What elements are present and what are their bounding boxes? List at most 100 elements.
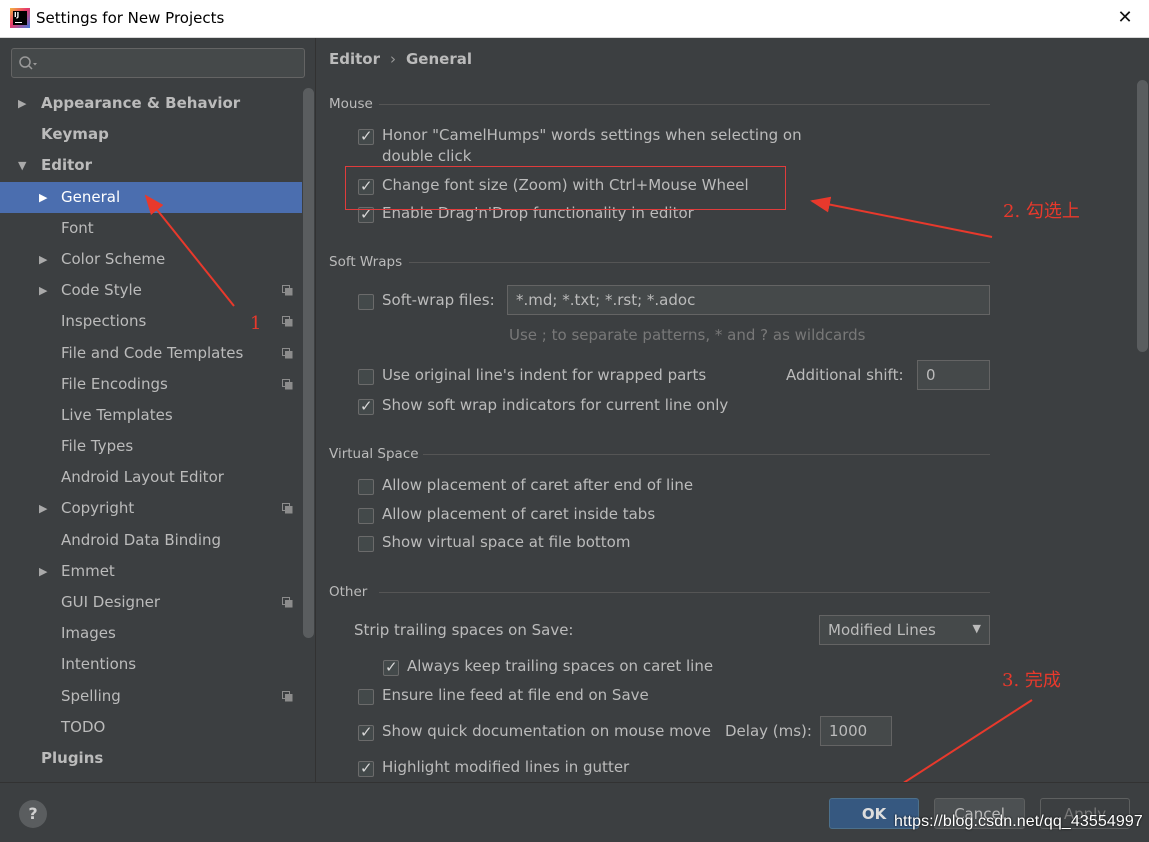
sidebar-item-label: General — [61, 187, 121, 206]
expand-arrow-right-icon[interactable]: ▶ — [39, 493, 47, 524]
section-divider — [379, 592, 990, 593]
sidebar-item-label: Intentions — [61, 655, 137, 674]
breadcrumb-separator: › — [390, 50, 396, 68]
expand-arrow-right-icon[interactable]: ▶ — [39, 275, 47, 306]
sidebar-item-code-style[interactable]: ▶ Code Style — [0, 275, 302, 306]
sidebar-item-label: Editor — [41, 156, 92, 175]
checkbox-unchecked[interactable] — [358, 536, 374, 552]
sidebar-item-label: TODO — [61, 717, 106, 736]
project-scope-icon — [282, 690, 293, 702]
project-scope-icon — [282, 316, 293, 327]
sidebar-item-keymap[interactable]: Keymap — [0, 119, 302, 150]
checkbox-unchecked[interactable] — [358, 689, 374, 705]
checkbox-checked[interactable] — [358, 759, 374, 777]
original-indent-label: Use original line's indent for wrapped p… — [382, 366, 707, 384]
sidebar-item-file-encodings[interactable]: File Encodings — [0, 369, 302, 400]
title-bar: IJ Settings for New Projects ✕ — [0, 0, 1149, 38]
checkbox-checked[interactable] — [358, 397, 374, 415]
checkbox-unchecked[interactable] — [358, 508, 374, 524]
expand-arrow-right-icon[interactable]: ▶ — [39, 182, 47, 213]
section-divider — [409, 262, 990, 263]
sidebar-item-label: Appearance & Behavior — [41, 94, 241, 112]
sidebar-item-label: Images — [61, 624, 116, 643]
close-icon[interactable]: ✕ — [1115, 8, 1135, 28]
sidebar-item-live-templates[interactable]: Live Templates — [0, 400, 302, 431]
checkbox-unchecked[interactable] — [358, 369, 374, 385]
project-scope-icon — [282, 597, 293, 608]
expand-arrow-right-icon[interactable]: ▶ — [39, 556, 47, 587]
project-scope-icon — [282, 347, 293, 358]
checkbox-checked[interactable] — [383, 658, 399, 676]
show-wrap-indicators-label: Show soft wrap indicators for current li… — [382, 396, 729, 414]
annotation-highlight-box — [345, 166, 786, 210]
settings-tree: ▶ Appearance & Behavior Keymap ▼ Editor ▶ Gene… — [0, 88, 302, 774]
sidebar-item-label: Keymap — [41, 125, 109, 144]
sidebar-item-label: GUI Designer — [61, 593, 160, 611]
highlight-modified-label: Highlight modified lines in gutter — [382, 758, 630, 776]
sidebar-item-android-data-binding[interactable]: Android Data Binding — [0, 525, 302, 556]
sidebar-item-appearance-behavior[interactable]: ▶ Appearance & Behavior — [0, 88, 302, 119]
expand-arrow-right-icon[interactable]: ▶ — [18, 88, 26, 119]
sidebar-item-file-types[interactable]: File Types — [0, 431, 302, 462]
delay-input[interactable] — [820, 716, 892, 746]
camel-humps-label-line1: Honor "CamelHumps" words settings when s… — [382, 126, 802, 144]
help-button[interactable]: ? — [19, 800, 47, 828]
content-scrollbar[interactable] — [1137, 80, 1148, 352]
dropdown-arrow-icon: ▼ — [972, 622, 981, 635]
expand-arrow-right-icon[interactable]: ▶ — [39, 244, 47, 275]
sidebar-item-label: Inspections — [61, 312, 147, 331]
caret-inside-tabs-label: Allow placement of caret inside tabs — [382, 505, 656, 523]
settings-sidebar: ▶ Appearance & Behavior Keymap ▼ Editor ▶ Gene… — [0, 38, 316, 782]
soft-wrap-hint: Use ; to separate patterns, * and ? as w… — [509, 326, 866, 344]
sidebar-item-font[interactable]: Font — [0, 213, 302, 244]
checkbox-unchecked[interactable] — [358, 479, 374, 495]
section-title-mouse: Mouse — [329, 96, 373, 112]
sidebar-item-label: Emmet — [61, 561, 115, 580]
sidebar-item-label: Android Layout Editor — [61, 468, 224, 487]
camel-humps-label-line2: double click — [382, 147, 472, 165]
sidebar-item-copyright[interactable]: ▶ Copyright — [0, 493, 302, 524]
section-divider — [379, 104, 990, 105]
expand-arrow-down-icon[interactable]: ▼ — [18, 150, 26, 181]
sidebar-item-label: Plugins — [41, 748, 104, 767]
section-title-virtual-space: Virtual Space — [329, 446, 419, 462]
sidebar-item-android-layout-editor[interactable]: Android Layout Editor — [0, 462, 302, 493]
breadcrumb: Editor › General — [329, 50, 472, 68]
search-input[interactable] — [42, 53, 292, 73]
sidebar-item-plugins[interactable]: Plugins — [0, 743, 302, 774]
sidebar-item-intentions[interactable]: Intentions — [0, 649, 302, 680]
settings-search-box[interactable] — [11, 48, 305, 78]
additional-shift-input[interactable] — [917, 360, 990, 390]
sidebar-item-label: File and Code Templates — [61, 343, 244, 362]
soft-wrap-files-label: Soft-wrap files: — [382, 291, 495, 309]
search-icon — [19, 56, 37, 70]
section-divider — [423, 454, 990, 455]
sidebar-item-file-and-code-templates[interactable]: File and Code Templates — [0, 338, 302, 369]
strip-trailing-select[interactable]: Modified Lines ▼ — [819, 615, 990, 645]
project-scope-icon — [282, 378, 293, 390]
section-title-soft-wraps: Soft Wraps — [329, 254, 403, 270]
sidebar-item-emmet[interactable]: ▶ Emmet — [0, 556, 302, 587]
sidebar-item-images[interactable]: Images — [0, 618, 302, 649]
breadcrumb-current: General — [406, 50, 472, 68]
sidebar-item-color-scheme[interactable]: ▶ Color Scheme — [0, 244, 302, 275]
sidebar-item-label: File Types — [61, 437, 134, 456]
breadcrumb-parent[interactable]: Editor — [329, 50, 380, 68]
checkbox-unchecked[interactable] — [358, 294, 374, 310]
sidebar-item-gui-designer[interactable]: GUI Designer — [0, 587, 302, 618]
sidebar-item-label: Android Data Binding — [61, 530, 222, 549]
caret-after-eol-label: Allow placement of caret after end of li… — [382, 476, 694, 494]
checkbox-checked[interactable] — [358, 723, 374, 741]
csdn-watermark: https://blog.csdn.net/qq_43554997 — [894, 813, 1143, 830]
sidebar-item-general[interactable]: ▶ General — [0, 181, 302, 213]
sidebar-item-spelling[interactable]: Spelling — [0, 681, 302, 712]
soft-wrap-files-input[interactable] — [507, 285, 990, 315]
sidebar-scrollbar[interactable] — [303, 88, 314, 638]
sidebar-item-editor[interactable]: ▼ Editor — [0, 150, 302, 181]
virtual-space-bottom-label: Show virtual space at file bottom — [382, 533, 631, 551]
sidebar-item-todo[interactable]: TODO — [0, 712, 302, 743]
sidebar-item-label: File Encodings — [61, 374, 168, 393]
checkbox-checked[interactable] — [358, 127, 374, 145]
window-title: Settings for New Projects — [36, 9, 225, 27]
delay-label: Delay (ms): — [725, 722, 812, 740]
